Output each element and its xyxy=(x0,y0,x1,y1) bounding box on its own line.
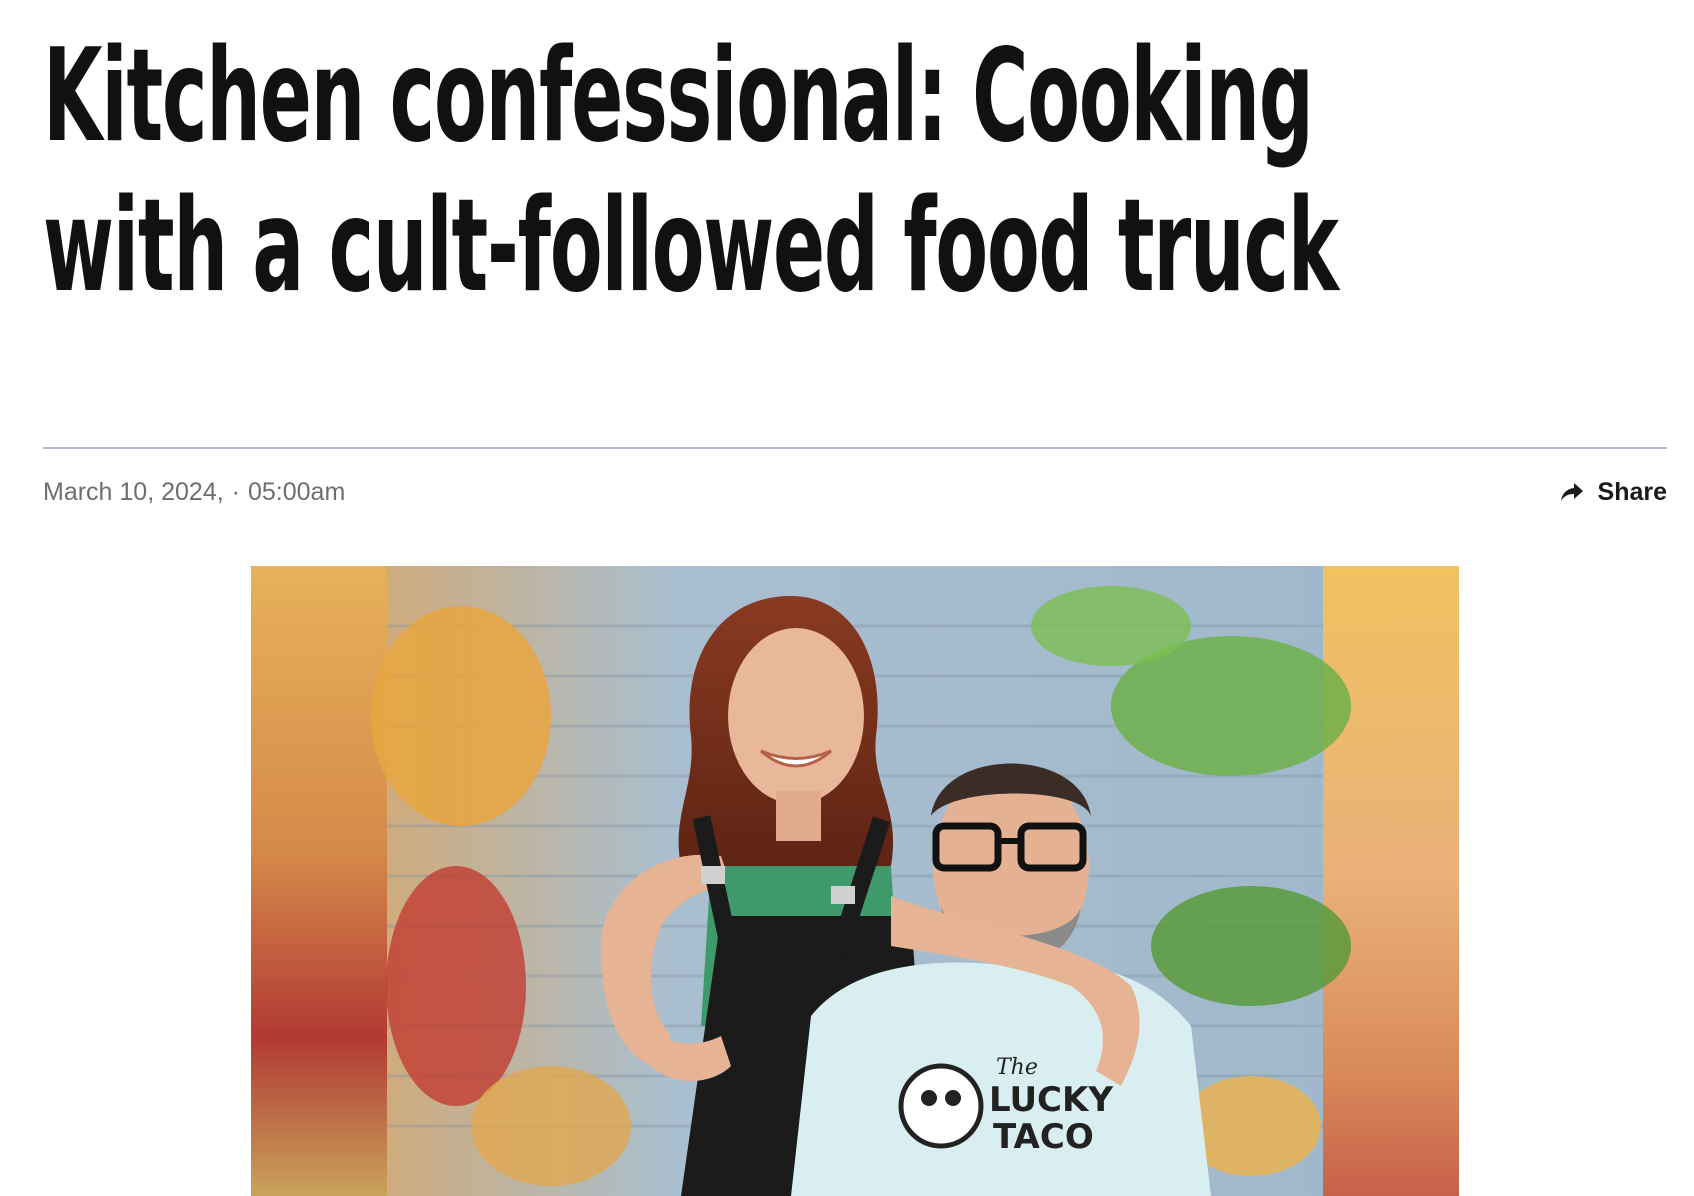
meta-separator: · xyxy=(231,477,240,506)
publish-date: March 10, 2024, xyxy=(43,477,224,506)
shirt-text-taco: TACO xyxy=(993,1117,1094,1157)
hero-image: The LUCKY TACO xyxy=(251,566,1459,1196)
headline-line-2: with a cult-followed food truck xyxy=(43,172,1339,321)
shirt-text-the: The xyxy=(996,1055,1038,1080)
share-arrow-icon xyxy=(1560,481,1584,503)
article-meta: March 10, 2024, · 05:00am xyxy=(43,474,345,510)
article-headline: Kitchen confessional: Cooking with a cul… xyxy=(43,22,1339,322)
publish-time: 05:00am xyxy=(248,477,346,506)
share-label: Share xyxy=(1597,477,1667,506)
share-button[interactable]: Share xyxy=(1560,470,1667,514)
shirt-text-lucky: LUCKY xyxy=(989,1080,1113,1120)
headline-divider xyxy=(43,447,1667,449)
headline-line-1: Kitchen confessional: Cooking xyxy=(43,22,1314,171)
